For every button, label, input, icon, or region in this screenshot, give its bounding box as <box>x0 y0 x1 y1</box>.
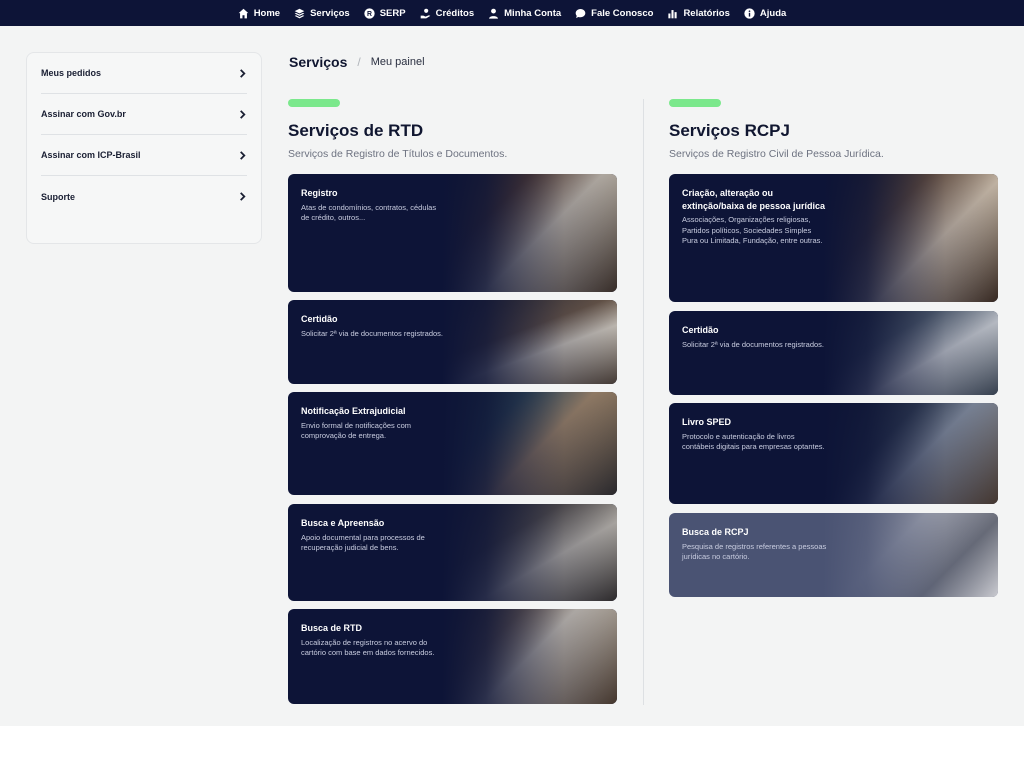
rtd-card-certidao[interactable]: Certidão Solicitar 2ª via de documentos … <box>288 300 617 384</box>
breadcrumb: Serviços / Meu painel <box>289 54 425 70</box>
svg-text:R: R <box>367 10 372 17</box>
nav-servicos-label: Serviços <box>310 7 350 19</box>
card-title: Notificação Extrajudicial <box>301 406 406 416</box>
bar-chart-icon <box>668 9 678 18</box>
card-description: Pesquisa de registros referentes a pesso… <box>682 541 827 562</box>
rtd-card-registro[interactable]: Registro Atas de condomínios, contratos,… <box>288 174 617 292</box>
card-description: Localização de registros no acervo do ca… <box>301 637 435 658</box>
card-description: Solicitar 2ª via de documentos registrad… <box>682 339 825 349</box>
column-divider <box>643 99 644 705</box>
card-description: Protocolo e autenticação de livros contá… <box>682 431 825 452</box>
sidebar-item-label: Suporte <box>41 191 76 202</box>
nav-home-label: Home <box>253 7 281 19</box>
rtd-subtitle: Serviços de Registro de Títulos e Docume… <box>288 148 508 160</box>
card-title: Livro SPED <box>682 417 732 427</box>
card-description: Associações, Organizações religiosas, Pa… <box>682 215 823 245</box>
nav-ajuda[interactable]: Ajuda <box>744 8 786 19</box>
nav-ajuda-label: Ajuda <box>759 7 787 19</box>
card-title: Busca de RCPJ <box>682 527 749 537</box>
chevron-right-icon <box>240 109 246 119</box>
sidebar-item-assinar-icp-brasil[interactable]: Assinar com ICP-Brasil <box>41 135 247 176</box>
nav-fale-conosco-label: Fale Conosco <box>591 7 654 19</box>
sidebar-menu: Meus pedidos Assinar com Gov.br Assinar … <box>26 52 262 244</box>
card-description: Envio formal de notificações com comprov… <box>301 420 412 441</box>
sidebar-item-label: Assinar com Gov.br <box>41 109 126 119</box>
card-description: Apoio documental para processos de recup… <box>301 532 425 553</box>
rcpj-card-certidao[interactable]: Certidão Solicitar 2ª via de documentos … <box>669 311 998 395</box>
nav-fale-conosco[interactable]: Fale Conosco <box>575 8 653 19</box>
rcpj-card-criacao-pessoa-juridica[interactable]: Criação, alteração ou extinção/baixa de … <box>669 174 998 302</box>
sidebar-item-suporte[interactable]: Suporte <box>41 176 247 217</box>
section-accent-bar <box>669 99 721 107</box>
hand-coin-icon <box>420 8 430 18</box>
card-description: Atas de condomínios, contratos, cédulas … <box>301 202 437 223</box>
rtd-section: Serviços de RTD Serviços de Registro de … <box>288 99 618 704</box>
nav-minha-conta-label: Minha Conta <box>504 7 562 19</box>
card-title: Criação, alteração ou extinção/baixa de … <box>682 188 826 211</box>
card-title: Busca e Apreensão <box>301 518 385 528</box>
card-title: Certidão <box>682 325 719 335</box>
sidebar-item-label: Meus pedidos <box>41 68 102 78</box>
chevron-right-icon <box>240 150 246 160</box>
rtd-card-busca-rtd[interactable]: Busca de RTD Localização de registros no… <box>288 609 617 704</box>
rtd-title: Serviços de RTD <box>288 121 424 140</box>
rcpj-section: Serviços RCPJ Serviços de Registro Civil… <box>669 99 999 597</box>
chevron-right-icon <box>240 68 246 78</box>
sidebar-item-label: Assinar com ICP-Brasil <box>41 150 141 160</box>
nav-creditos-label: Créditos <box>435 7 475 19</box>
card-title: Registro <box>301 188 338 198</box>
sidebar-item-assinar-govbr[interactable]: Assinar com Gov.br <box>41 94 247 135</box>
rcpj-title: Serviços RCPJ <box>669 121 790 140</box>
page-title: Serviços <box>289 54 348 70</box>
nav-serp[interactable]: R SERP <box>364 8 406 19</box>
nav-relatorios[interactable]: Relatórios <box>667 7 730 19</box>
nav-home[interactable]: Home <box>238 8 280 19</box>
rcpj-card-livro-sped[interactable]: Livro SPED Protocolo e autenticação de l… <box>669 403 998 504</box>
main-area: Meus pedidos Assinar com Gov.br Assinar … <box>0 26 1024 726</box>
card-description: Solicitar 2ª via de documentos registrad… <box>301 328 444 338</box>
card-title: Certidão <box>301 314 338 324</box>
user-icon <box>489 8 499 19</box>
sidebar-item-meus-pedidos[interactable]: Meus pedidos <box>41 53 247 94</box>
info-icon <box>744 7 755 19</box>
chat-icon <box>575 8 586 18</box>
layers-icon <box>294 8 305 18</box>
home-icon <box>238 8 248 18</box>
card-title: Busca de RTD <box>301 623 363 633</box>
nav-serp-label: SERP <box>379 7 406 19</box>
rtd-card-busca-apreensao[interactable]: Busca e Apreensão Apoio documental para … <box>288 504 617 601</box>
chevron-right-icon <box>240 192 246 201</box>
rtd-card-notificacao-extrajudicial[interactable]: Notificação Extrajudicial Envio formal d… <box>288 392 617 495</box>
section-accent-bar <box>288 99 340 107</box>
registered-icon: R <box>364 7 375 19</box>
page-footer-area <box>0 726 1024 768</box>
top-navbar: Home Serviços R SERP Créditos Minha Cont… <box>0 0 1024 26</box>
nav-minha-conta[interactable]: Minha Conta <box>488 8 561 19</box>
rcpj-card-busca-rcpj[interactable]: Busca de RCPJ Pesquisa de registros refe… <box>669 513 998 597</box>
nav-creditos[interactable]: Créditos <box>420 7 475 19</box>
breadcrumb-link-meu-painel[interactable]: Meu painel <box>371 56 425 68</box>
nav-servicos[interactable]: Serviços <box>294 8 350 19</box>
rcpj-subtitle: Serviços de Registro Civil de Pessoa Jur… <box>669 148 884 160</box>
breadcrumb-separator: / <box>357 55 361 69</box>
nav-relatorios-label: Relatórios <box>683 7 730 19</box>
